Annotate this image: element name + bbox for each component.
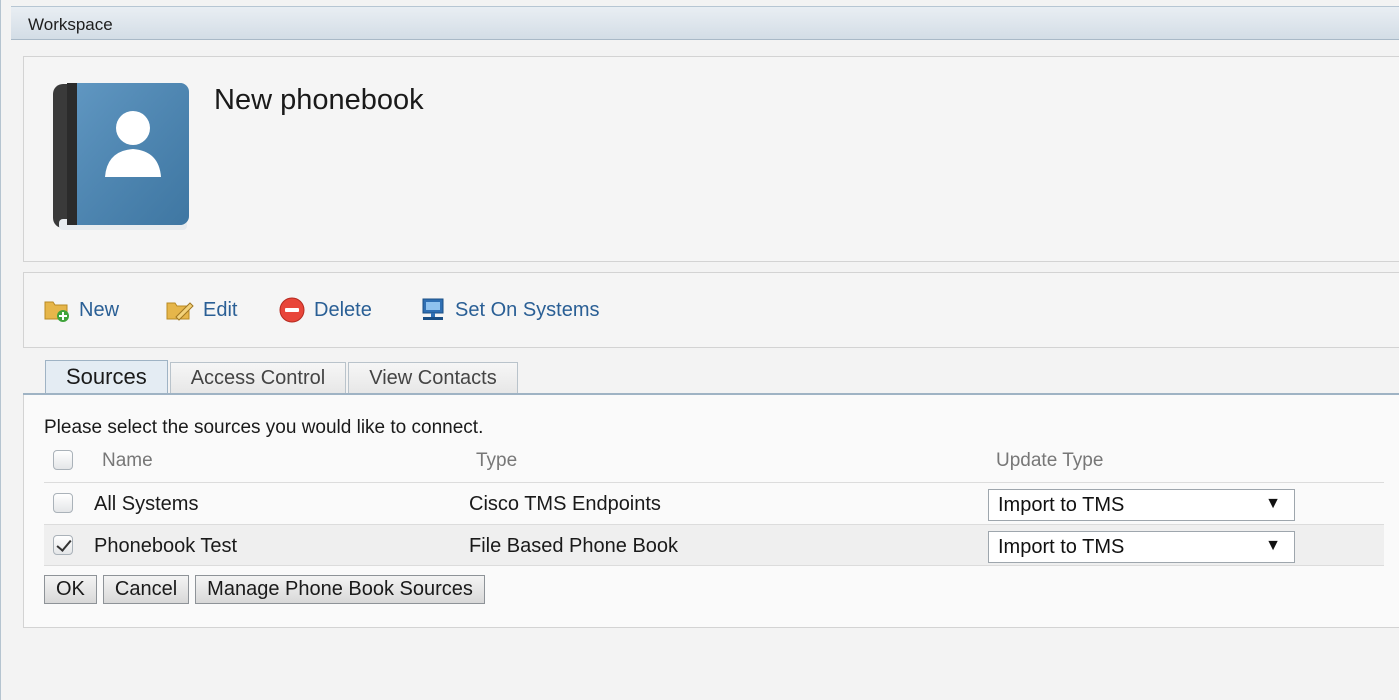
column-header-name: Name [102, 450, 153, 471]
sources-panel: Please select the sources you would like… [23, 395, 1399, 628]
folder-edit-icon [166, 302, 194, 321]
manage-sources-button[interactable]: Manage Phone Book Sources [195, 575, 485, 604]
edit-button[interactable]: Edit [166, 297, 237, 323]
update-type-value: Import to TMS [998, 494, 1125, 516]
column-header-type: Type [476, 450, 518, 471]
phonebook-icon [53, 83, 189, 230]
tab-bar: Sources Access Control View Contacts [45, 360, 520, 395]
new-label: New [79, 298, 120, 321]
update-type-select[interactable]: Import to TMS ▼ [988, 489, 1295, 521]
workspace-title: Workspace [28, 15, 113, 34]
tab-access-control[interactable]: Access Control [169, 362, 347, 393]
delete-button[interactable]: Delete [279, 297, 372, 323]
row-checkbox[interactable] [53, 535, 73, 555]
set-on-systems-label: Set On Systems [455, 298, 600, 321]
instruction-text: Please select the sources you would like… [44, 417, 484, 438]
toolbar: New Edit Delete Set On Systems [23, 272, 1399, 348]
tab-view-contacts[interactable]: View Contacts [348, 362, 518, 393]
action-buttons: OK Cancel Manage Phone Book Sources [44, 575, 491, 604]
cancel-button[interactable]: Cancel [102, 575, 190, 604]
page-title: New phonebook [214, 84, 424, 116]
update-type-select[interactable]: Import to TMS ▼ [988, 531, 1295, 563]
phonebook-header: New phonebook [23, 56, 1399, 262]
update-type-value: Import to TMS [998, 536, 1125, 558]
workspace-title-bar: Workspace [11, 6, 1399, 40]
tab-sources[interactable]: Sources [45, 360, 168, 393]
row-checkbox[interactable] [53, 493, 73, 513]
source-type: Cisco TMS Endpoints [469, 493, 661, 515]
monitor-icon [422, 298, 444, 320]
source-name: All Systems [94, 493, 199, 515]
delete-icon [279, 297, 305, 323]
source-name: Phonebook Test [94, 535, 238, 557]
select-all-checkbox[interactable] [53, 450, 73, 470]
table-row: Phonebook Test File Based Phone Book Imp… [44, 524, 1384, 566]
column-header-update-type: Update Type [996, 450, 1104, 471]
dropdown-arrow-icon: ▼ [1265, 537, 1281, 554]
ok-button[interactable]: OK [44, 575, 97, 604]
edit-label: Edit [203, 298, 238, 321]
set-on-systems-button[interactable]: Set On Systems [420, 297, 600, 323]
delete-label: Delete [314, 298, 372, 321]
folder-add-icon [44, 301, 69, 322]
source-type: File Based Phone Book [469, 535, 679, 557]
new-button[interactable]: New [44, 297, 119, 323]
table-row: All Systems Cisco TMS Endpoints Import t… [44, 482, 1384, 524]
dropdown-arrow-icon: ▼ [1265, 495, 1281, 512]
